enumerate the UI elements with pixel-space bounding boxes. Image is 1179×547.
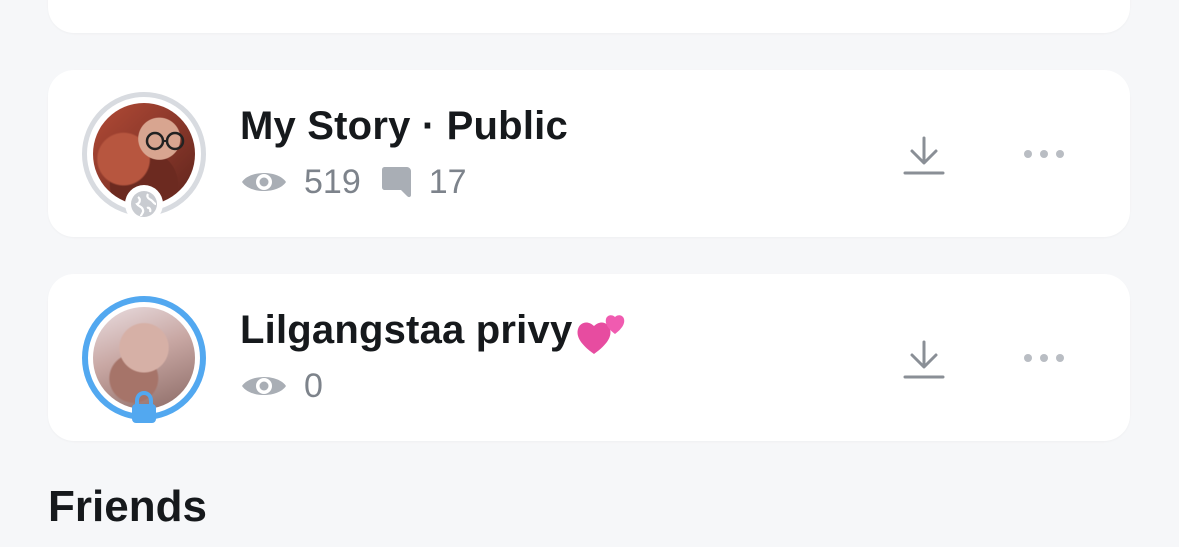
eye-icon [242, 377, 286, 395]
story-title-text: Lilgangstaa privy [240, 308, 573, 352]
glasses-shape [145, 131, 185, 151]
private-badge [125, 389, 163, 427]
eye-icon [242, 173, 286, 191]
reply-count: 17 [428, 162, 467, 201]
public-badge [125, 185, 163, 223]
story-stats: 0 [240, 366, 343, 406]
story-title: My Story · Public [240, 104, 568, 148]
view-count: 519 [304, 162, 361, 201]
avatar[interactable] [82, 296, 206, 423]
story-title: Lilgangstaa privy [240, 308, 628, 366]
view-count: 0 [304, 366, 323, 405]
story-card-my-story[interactable]: My Story · Public 519 17 [48, 70, 1130, 237]
two-hearts-icon [577, 315, 625, 354]
story-stats: 519 17 [240, 162, 487, 202]
story-card-private[interactable]: Lilgangstaa privy 0 [48, 274, 1130, 441]
download-icon[interactable] [902, 132, 946, 176]
story-card-partial[interactable] [48, 0, 1130, 33]
stories-screen: My Story · Public 519 17 Lilgangstaa pri… [0, 0, 1179, 547]
globe-icon [131, 191, 157, 217]
download-icon[interactable] [902, 336, 946, 380]
lock-icon [132, 391, 156, 423]
section-heading-friends: Friends [48, 482, 207, 531]
reply-icon [381, 167, 411, 198]
avatar[interactable] [82, 92, 206, 223]
more-options-icon[interactable] [1022, 144, 1066, 164]
two-hearts-emoji [574, 308, 628, 366]
more-options-icon[interactable] [1022, 348, 1066, 368]
